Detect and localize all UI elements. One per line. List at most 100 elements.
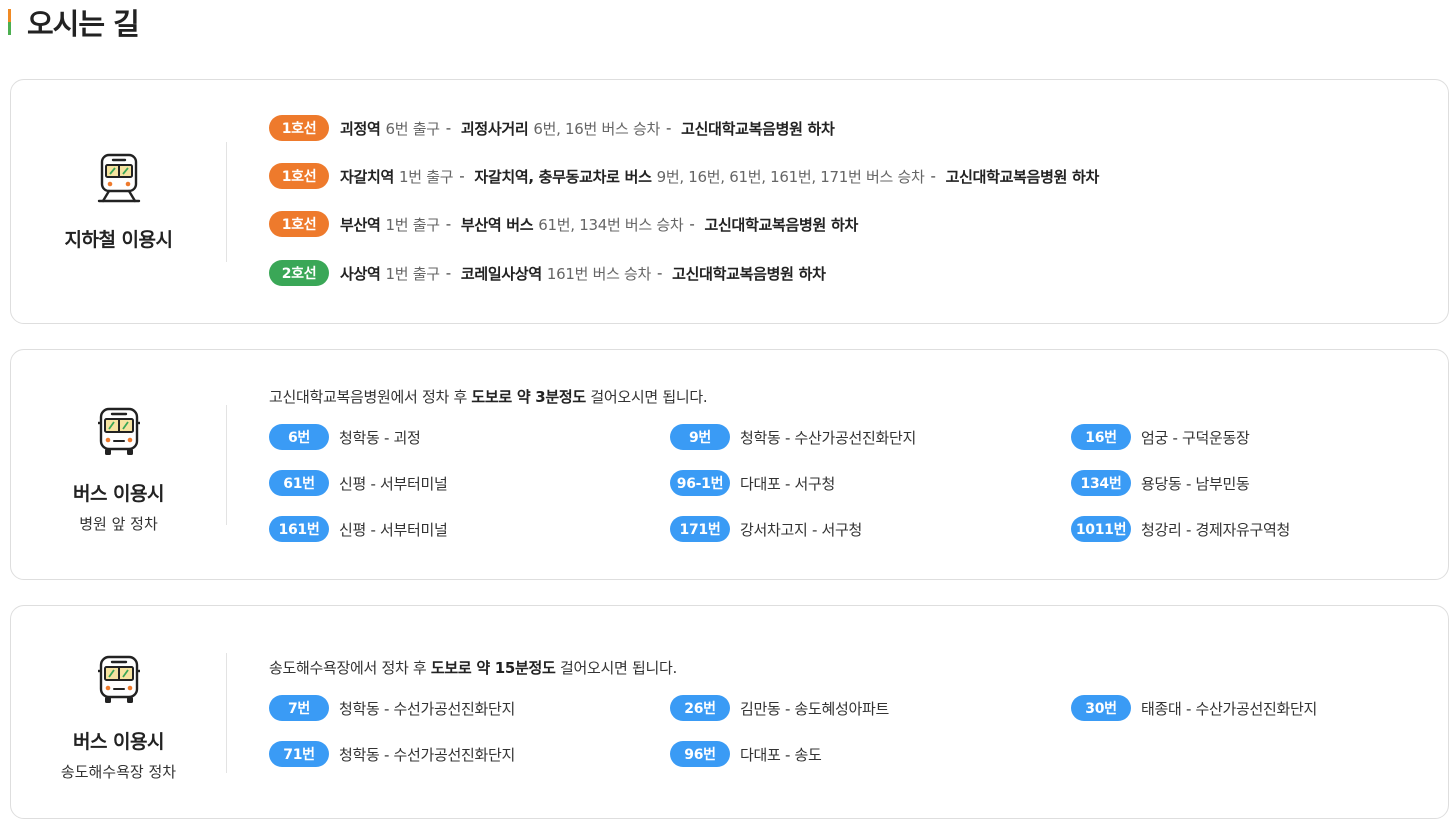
subway-card: 지하철 이용시 1호선 괴정역 6번 출구 - 괴정사거리 6번, 16번 버스… bbox=[10, 79, 1449, 324]
subway-side: 지하철 이용시 bbox=[11, 80, 226, 323]
subway-route: 1호선 괴정역 6번 출구 - 괴정사거리 6번, 16번 버스 승차 - 고신… bbox=[269, 115, 835, 141]
bus-route-desc: 엄궁 - 구덕운동장 bbox=[1141, 428, 1250, 447]
page-title-text: 오시는 길 bbox=[27, 7, 140, 41]
station-name: 자갈치역 bbox=[340, 167, 395, 186]
destination: 고신대학교복음병원 하차 bbox=[681, 119, 835, 138]
bus-route-item: 1011번 청강리 - 경제자유구역청 bbox=[1071, 516, 1290, 542]
separator: - bbox=[445, 119, 451, 137]
bus-route-item: 6번 청학동 - 괴정 bbox=[269, 424, 421, 450]
bus-number-badge: 9번 bbox=[670, 424, 730, 450]
bus-route-item: 161번 신평 - 서부터미널 bbox=[269, 516, 448, 542]
bus-number-badge: 161번 bbox=[269, 516, 329, 542]
bus-number-badge: 7번 bbox=[269, 695, 329, 721]
title-accent-bar bbox=[8, 9, 11, 35]
separator: - bbox=[459, 167, 465, 185]
bus-route-desc: 신평 - 서부터미널 bbox=[339, 474, 448, 493]
destination: 고신대학교복음병원 하차 bbox=[945, 167, 1100, 186]
bus-hospital-side-sub: 병원 앞 정차 bbox=[79, 515, 158, 533]
subway-side-title: 지하철 이용시 bbox=[64, 229, 174, 251]
bus-icon bbox=[97, 655, 140, 703]
intro-text: 송도해수욕장에서 정차 후 bbox=[269, 659, 431, 677]
line-badge: 1호선 bbox=[269, 163, 329, 189]
station-name: 부산역 bbox=[340, 215, 381, 234]
bus-number-badge: 6번 bbox=[269, 424, 329, 450]
subway-train-icon bbox=[97, 153, 140, 203]
bus-beach-side: 버스 이용시 송도해수욕장 정차 bbox=[11, 606, 226, 818]
separator: - bbox=[445, 215, 451, 233]
bus-route-item: 96번 다대포 - 송도 bbox=[670, 741, 822, 767]
bus-route-item: 26번 김만동 - 송도혜성아파트 bbox=[670, 695, 889, 721]
bus-beach-side-title: 버스 이용시 bbox=[72, 730, 165, 753]
transfer-stop: 부산역 버스 bbox=[460, 215, 534, 234]
bus-number-badge: 30번 bbox=[1071, 695, 1131, 721]
bus-icon bbox=[97, 407, 140, 455]
bus-hospital-intro: 고신대학교복음병원에서 정차 후 도보로 약 3분정도 걸어오시면 됩니다. bbox=[269, 386, 708, 407]
destination: 고신대학교복음병원 하차 bbox=[672, 264, 826, 283]
line-badge: 1호선 bbox=[269, 211, 329, 237]
bus-number-badge: 16번 bbox=[1071, 424, 1131, 450]
bus-route-desc: 청학동 - 수선가공선진화단지 bbox=[339, 745, 516, 764]
bus-info: 61번, 134번 버스 승차 bbox=[538, 215, 684, 234]
card-divider bbox=[226, 405, 227, 525]
bus-route-desc: 청학동 - 수산가공선진화단지 bbox=[740, 428, 917, 447]
bus-route-item: 16번 엄궁 - 구덕운동장 bbox=[1071, 424, 1250, 450]
transfer-stop: 코레일사상역 bbox=[460, 264, 542, 283]
bus-route-item: 171번 강서차고지 - 서구청 bbox=[670, 516, 862, 542]
transfer-stop: 괴정사거리 bbox=[460, 119, 529, 138]
line-badge: 1호선 bbox=[269, 115, 329, 141]
bus-number-badge: 96번 bbox=[670, 741, 730, 767]
intro-walk-time: 도보로 약 3분정도 bbox=[471, 388, 586, 406]
transfer-stop: 자갈치역, 충무동교차로 버스 bbox=[474, 167, 652, 186]
bus-route-desc: 용당동 - 남부민동 bbox=[1141, 474, 1250, 493]
bus-beach-side-sub: 송도해수욕장 정차 bbox=[60, 762, 177, 781]
bus-number-badge: 71번 bbox=[269, 741, 329, 767]
bus-route-desc: 강서차고지 - 서구청 bbox=[740, 520, 863, 539]
bus-route-desc: 청학동 - 괴정 bbox=[339, 428, 421, 447]
intro-walk-time: 도보로 약 15분정도 bbox=[430, 659, 556, 677]
station-name: 사상역 bbox=[340, 264, 381, 283]
bus-number-badge: 96-1번 bbox=[670, 470, 730, 496]
separator: - bbox=[665, 119, 672, 137]
intro-text-end: 걸어오시면 됩니다. bbox=[585, 388, 708, 406]
bus-beach-intro: 송도해수욕장에서 정차 후 도보로 약 15분정도 걸어오시면 됩니다. bbox=[269, 657, 677, 678]
exit-info: 1번 출구 bbox=[399, 167, 454, 186]
bus-route-desc: 다대포 - 송도 bbox=[740, 745, 822, 764]
bus-route-desc: 청학동 - 수선가공선진화단지 bbox=[339, 699, 516, 718]
bus-route-item: 71번 청학동 - 수선가공선진화단지 bbox=[269, 741, 515, 767]
separator: - bbox=[689, 215, 695, 233]
bus-route-desc: 청강리 - 경제자유구역청 bbox=[1141, 520, 1291, 539]
bus-route-item: 96-1번 다대포 - 서구청 bbox=[670, 470, 835, 496]
bus-hospital-side-title: 버스 이용시 bbox=[72, 483, 165, 505]
page-title: 오시는 길 bbox=[8, 4, 140, 41]
station-name: 괴정역 bbox=[340, 119, 381, 138]
bus-beach-card: 버스 이용시 송도해수욕장 정차 송도해수욕장에서 정차 후 도보로 약 15분… bbox=[10, 605, 1449, 819]
subway-route: 1호선 부산역 1번 출구 - 부산역 버스 61번, 134번 버스 승차 -… bbox=[269, 211, 858, 237]
bus-route-item: 7번 청학동 - 수선가공선진화단지 bbox=[269, 695, 515, 721]
bus-info: 161번 버스 승차 bbox=[546, 264, 652, 283]
bus-number-badge: 171번 bbox=[670, 516, 730, 542]
destination: 고신대학교복음병원 하차 bbox=[704, 215, 859, 234]
bus-route-item: 30번 태종대 - 수산가공선진화단지 bbox=[1071, 695, 1317, 721]
bus-info: 6번, 16번 버스 승차 bbox=[533, 119, 660, 138]
bus-hospital-card: 버스 이용시 병원 앞 정차 고신대학교복음병원에서 정차 후 도보로 약 3분… bbox=[10, 349, 1449, 580]
separator: - bbox=[445, 264, 451, 282]
bus-info: 9번, 16번, 61번, 161번, 171번 버스 승차 bbox=[656, 167, 925, 186]
bus-route-item: 9번 청학동 - 수산가공선진화단지 bbox=[670, 424, 916, 450]
bus-route-desc: 신평 - 서부터미널 bbox=[339, 520, 448, 539]
card-divider bbox=[226, 653, 227, 773]
card-divider bbox=[226, 142, 227, 262]
bus-hospital-side: 버스 이용시 병원 앞 정차 bbox=[11, 350, 226, 579]
exit-info: 6번 출구 bbox=[385, 119, 441, 138]
bus-route-item: 134번 용당동 - 남부민동 bbox=[1071, 470, 1250, 496]
bus-route-desc: 다대포 - 서구청 bbox=[740, 474, 836, 493]
subway-route: 1호선 자갈치역 1번 출구 - 자갈치역, 충무동교차로 버스 9번, 16번… bbox=[269, 163, 1099, 189]
separator: - bbox=[657, 264, 663, 282]
line-badge: 2호선 bbox=[269, 260, 329, 286]
separator: - bbox=[930, 167, 936, 185]
bus-route-item: 61번 신평 - 서부터미널 bbox=[269, 470, 448, 496]
bus-number-badge: 26번 bbox=[670, 695, 730, 721]
intro-text-end: 걸어오시면 됩니다. bbox=[555, 659, 677, 677]
bus-number-badge: 1011번 bbox=[1071, 516, 1131, 542]
bus-route-desc: 김만동 - 송도혜성아파트 bbox=[740, 699, 890, 718]
subway-route: 2호선 사상역 1번 출구 - 코레일사상역 161번 버스 승차 - 고신대학… bbox=[269, 260, 826, 286]
